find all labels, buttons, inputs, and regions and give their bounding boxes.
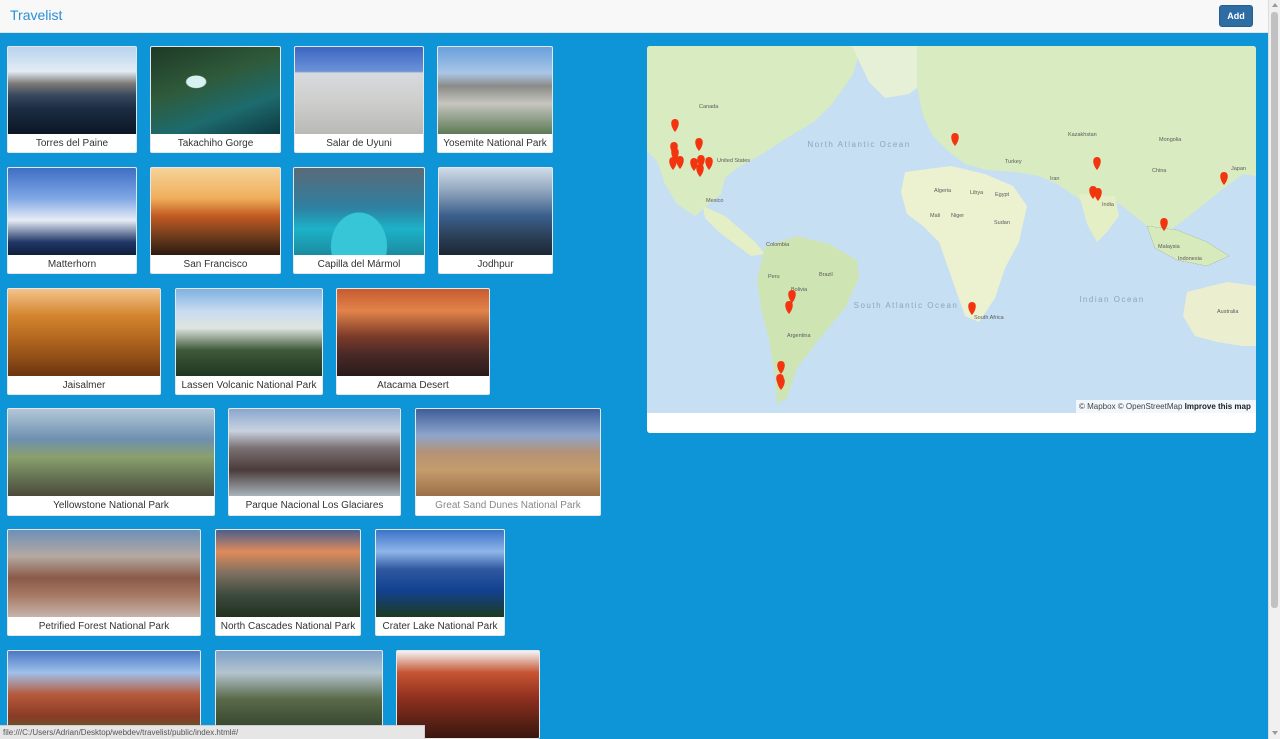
- place-photo: [439, 168, 552, 255]
- label-brazil: Brazil: [819, 272, 833, 278]
- place-photo: [8, 289, 160, 376]
- label-united-states: United States: [717, 158, 750, 164]
- place-card[interactable]: Crater Lake National Park: [375, 529, 505, 636]
- place-photo: [151, 168, 280, 255]
- place-title: Great Sand Dunes National Park: [435, 500, 581, 511]
- label-peru: Peru: [768, 274, 780, 280]
- place-photo: [376, 530, 504, 617]
- map-attribution: © Mapbox © OpenStreetMap Improve this ma…: [1076, 400, 1256, 413]
- label-mali: Mali: [930, 213, 940, 219]
- label-mexico: Mexico: [706, 198, 723, 204]
- place-card[interactable]: Great Sand Dunes National Park: [415, 408, 601, 516]
- label-sudan: Sudan: [994, 220, 1010, 226]
- label-iran: Iran: [1050, 176, 1059, 182]
- label-algeria: Algeria: [934, 188, 952, 194]
- place-photo: [151, 47, 280, 134]
- place-title: Lassen Volcanic National Park: [181, 380, 317, 391]
- label-indonesia: Indonesia: [1178, 256, 1203, 262]
- place-title: San Francisco: [183, 259, 248, 270]
- place-card[interactable]: Takachiho Gorge: [150, 46, 281, 153]
- place-photo: [294, 168, 424, 255]
- place-title: North Cascades National Park: [220, 621, 356, 632]
- label-libya: Libya: [970, 190, 984, 196]
- place-photo: [8, 409, 214, 496]
- label-argentina: Argentina: [787, 333, 811, 339]
- scroll-thumb[interactable]: [1271, 12, 1278, 608]
- place-title: Salar de Uyuni: [326, 138, 392, 149]
- place-photo: [438, 47, 552, 134]
- top-navbar: Travelist Add: [0, 0, 1268, 33]
- label-turkey: Turkey: [1005, 159, 1022, 165]
- label-egypt: Egypt: [995, 192, 1010, 198]
- place-title: Parque Nacional Los Glaciares: [245, 500, 384, 511]
- place-card[interactable]: Petrified Forest National Park: [7, 529, 201, 636]
- label-colombia: Colombia: [766, 242, 790, 248]
- label-mongolia: Mongolia: [1159, 137, 1182, 143]
- place-card[interactable]: Jaisalmer: [7, 288, 161, 395]
- label-niger: Niger: [951, 213, 964, 219]
- place-card[interactable]: Capilla del Mármol: [293, 167, 425, 274]
- label-north-atlantic: North Atlantic Ocean: [807, 140, 910, 149]
- place-photo: [229, 409, 400, 496]
- place-card[interactable]: Salar de Uyuni: [294, 46, 424, 153]
- place-card[interactable]: Jodhpur: [438, 167, 553, 274]
- place-card[interactable]: Atacama Desert: [336, 288, 490, 395]
- place-card[interactable]: Parque Nacional Los Glaciares: [228, 408, 401, 516]
- label-kazakhstan: Kazakhstan: [1068, 132, 1097, 138]
- place-title: Petrified Forest National Park: [38, 621, 170, 632]
- scroll-up-icon[interactable]: [1272, 3, 1278, 7]
- label-australia: Australia: [1217, 309, 1239, 315]
- label-canada: Canada: [699, 104, 719, 110]
- place-title: Capilla del Mármol: [317, 259, 401, 270]
- place-photo: [8, 47, 136, 134]
- place-photo: [8, 168, 136, 255]
- place-card[interactable]: San Francisco: [150, 167, 281, 274]
- improve-map-link[interactable]: Improve this map: [1185, 402, 1251, 411]
- place-title: Matterhorn: [47, 259, 97, 270]
- place-card[interactable]: Matterhorn: [7, 167, 137, 274]
- place-title: Yellowstone National Park: [53, 500, 169, 511]
- world-map[interactable]: North Atlantic Ocean South Atlantic Ocea…: [647, 46, 1256, 433]
- place-card[interactable]: Lassen Volcanic National Park: [175, 288, 323, 395]
- place-title: Yosemite National Park: [443, 138, 547, 149]
- label-india: India: [1102, 202, 1115, 208]
- place-card[interactable]: Yellowstone National Park: [7, 408, 215, 516]
- map-canvas[interactable]: North Atlantic Ocean South Atlantic Ocea…: [647, 46, 1256, 413]
- place-card[interactable]: Yosemite National Park: [437, 46, 553, 153]
- place-title: Crater Lake National Park: [382, 621, 498, 632]
- place-photo: [337, 289, 489, 376]
- place-title: Jodhpur: [477, 259, 514, 270]
- scroll-down-icon[interactable]: [1272, 731, 1278, 735]
- place-title: Atacama Desert: [377, 380, 449, 391]
- label-malaysia: Malaysia: [1158, 244, 1181, 250]
- place-title: Takachiho Gorge: [177, 138, 254, 149]
- label-japan: Japan: [1231, 166, 1246, 172]
- place-card[interactable]: Torres del Paine: [7, 46, 137, 153]
- place-photo: [8, 530, 200, 617]
- status-url: file:///C:/Users/Adrian/Desktop/webdev/t…: [0, 725, 425, 739]
- place-photo: [176, 289, 322, 376]
- label-south-africa: South Africa: [974, 315, 1005, 321]
- place-card[interactable]: North Cascades National Park: [215, 529, 361, 636]
- brand-title[interactable]: Travelist: [10, 7, 62, 23]
- place-photo: [295, 47, 423, 134]
- place-title: Jaisalmer: [62, 380, 106, 391]
- place-photo: [416, 409, 600, 496]
- add-button[interactable]: Add: [1219, 5, 1253, 27]
- place-title: Torres del Paine: [35, 138, 109, 149]
- vertical-scrollbar[interactable]: [1268, 0, 1280, 739]
- place-photo: [216, 530, 360, 617]
- attribution-text[interactable]: © Mapbox © OpenStreetMap: [1079, 402, 1182, 411]
- label-south-atlantic: South Atlantic Ocean: [854, 301, 959, 310]
- label-indian: Indian Ocean: [1079, 295, 1145, 304]
- label-china: China: [1152, 168, 1167, 174]
